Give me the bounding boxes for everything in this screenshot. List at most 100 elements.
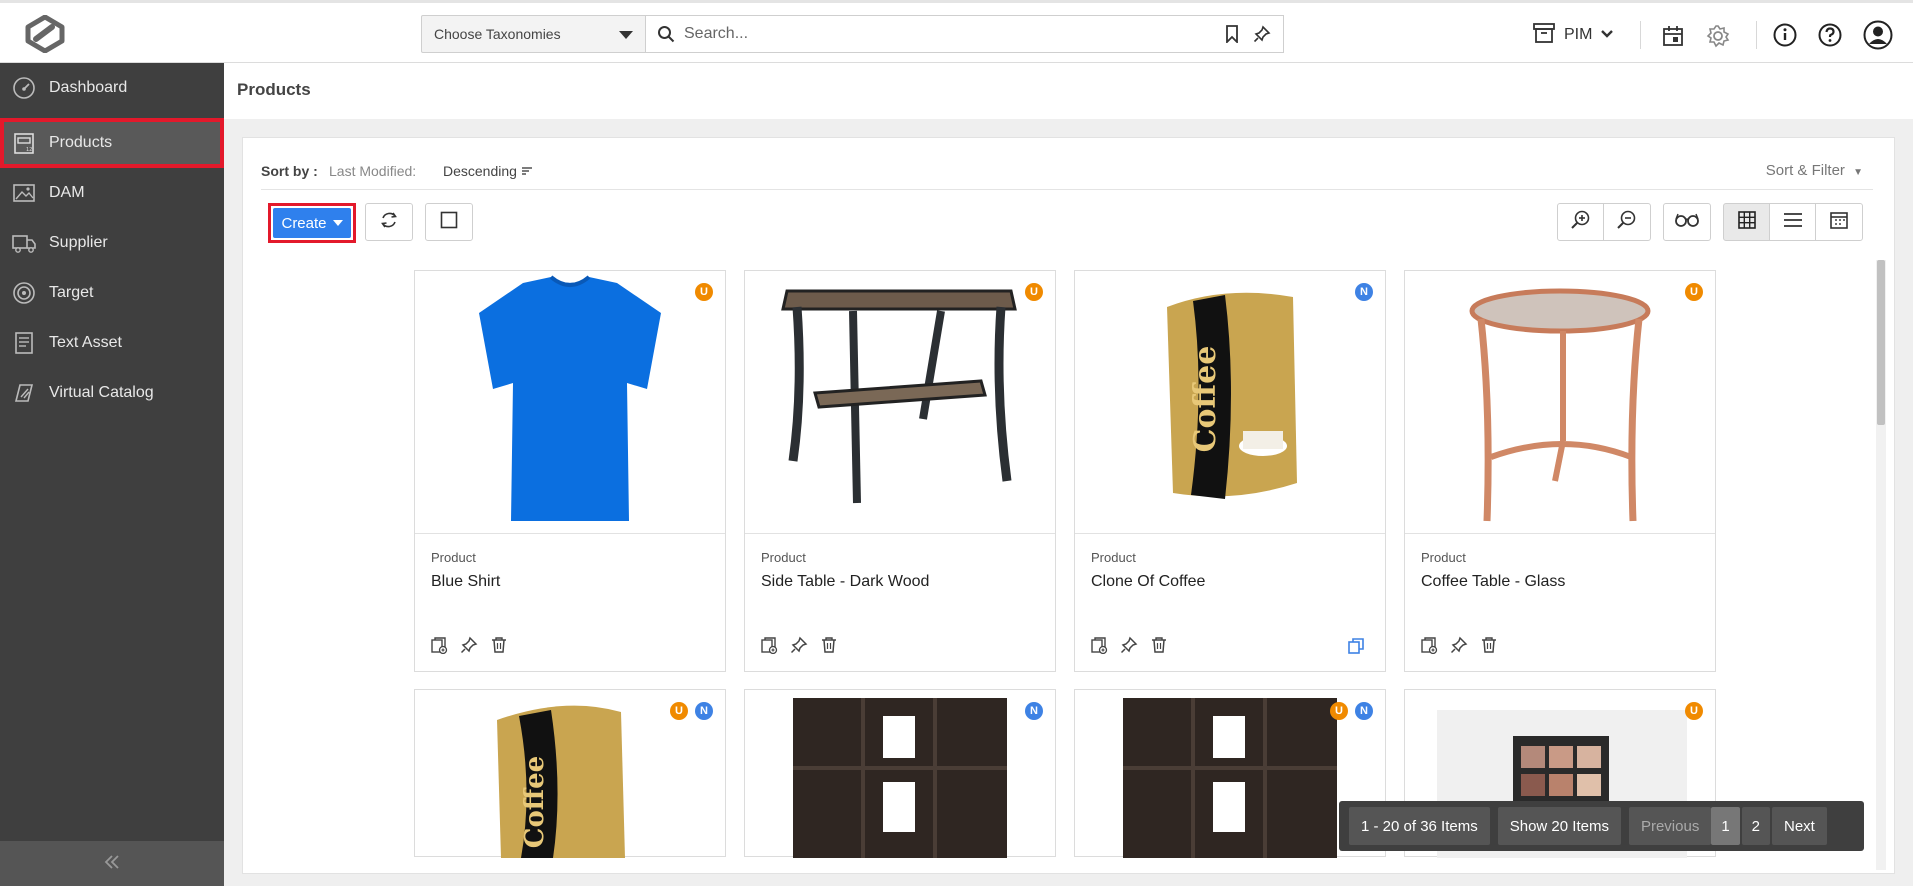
search-box — [646, 15, 1284, 53]
product-type: Product — [1091, 550, 1136, 565]
top-bar: Choose Taxonomies PIM — [0, 0, 1913, 63]
user-avatar-icon[interactable] — [1863, 20, 1893, 50]
sort-filter-toggle[interactable]: Sort & Filter ▼ — [1766, 162, 1863, 179]
product-type: Product — [1421, 550, 1466, 565]
status-badge: N — [1355, 702, 1373, 720]
gear-icon[interactable] — [1705, 23, 1731, 49]
product-card[interactable]: N — [744, 689, 1056, 858]
status-badge: N — [1355, 283, 1373, 301]
sort-by-label: Sort by : — [261, 163, 318, 179]
app-switcher-label: PIM — [1564, 26, 1593, 43]
pin-icon[interactable] — [1252, 24, 1272, 44]
select-all-checkbox[interactable] — [425, 203, 473, 241]
sidebar-item-dam[interactable]: DAM — [0, 168, 224, 218]
status-badge: U — [1685, 702, 1703, 720]
sidebar-item-text-asset[interactable]: Text Asset — [0, 318, 224, 368]
product-name[interactable]: Side Table - Dark Wood — [761, 573, 929, 591]
sort-direction-label: Descending — [443, 163, 517, 179]
pin-icon[interactable] — [1449, 635, 1469, 655]
page-size-select[interactable]: Show 20 Items — [1497, 807, 1621, 845]
status-badge: U — [670, 702, 688, 720]
trash-icon[interactable] — [489, 635, 509, 655]
list-view-button[interactable] — [1769, 203, 1817, 241]
help-icon[interactable] — [1817, 22, 1843, 48]
sidebar-collapse-button[interactable] — [0, 841, 224, 886]
product-card[interactable]: Coffee U N — [414, 689, 726, 858]
pin-icon[interactable] — [459, 635, 479, 655]
status-badge: N — [1025, 702, 1043, 720]
next-page-button[interactable]: Next — [1772, 807, 1827, 845]
taxonomy-select-label: Choose Taxonomies — [434, 26, 561, 42]
bookmark-icon[interactable] — [1222, 24, 1242, 44]
trash-icon[interactable] — [819, 635, 839, 655]
grid-icon — [1737, 210, 1757, 234]
preview-button[interactable] — [1663, 203, 1711, 241]
product-card[interactable]: U Product Blue Shirt — [414, 270, 726, 672]
product-type: Product — [431, 550, 476, 565]
sidebar-item-products[interactable]: 12 Products — [0, 118, 224, 168]
add-copy-icon[interactable] — [429, 635, 449, 655]
product-card[interactable]: U Product Coffee Table - Glass — [1404, 270, 1716, 672]
calendar-box-icon[interactable] — [1660, 23, 1686, 49]
create-button[interactable]: Create — [268, 203, 356, 243]
refresh-button[interactable] — [365, 203, 413, 241]
taxonomy-select[interactable]: Choose Taxonomies — [421, 15, 646, 53]
scrollbar-thumb[interactable] — [1877, 260, 1885, 425]
add-copy-icon[interactable] — [759, 635, 779, 655]
list-icon — [1783, 212, 1803, 232]
sidebar-item-target[interactable]: Target — [0, 268, 224, 318]
zoom-out-button[interactable] — [1603, 203, 1651, 241]
caret-down-icon — [332, 220, 343, 226]
sort-direction[interactable]: Descending — [443, 163, 533, 179]
svg-text:Coffee: Coffee — [1188, 346, 1223, 453]
app-logo[interactable] — [22, 14, 68, 54]
sidebar-item-label: Dashboard — [49, 79, 128, 96]
sidebar-item-virtual-catalog[interactable]: Virtual Catalog — [0, 368, 224, 418]
product-type: Product — [761, 550, 806, 565]
sidebar-item-dashboard[interactable]: Dashboard — [0, 63, 224, 113]
sort-field[interactable]: Last Modified: — [329, 163, 416, 179]
zoom-in-button[interactable] — [1557, 203, 1605, 241]
checkbox-icon — [440, 211, 458, 233]
status-badge: U — [695, 283, 713, 301]
svg-text:Coffee: Coffee — [520, 756, 550, 848]
table-view-button[interactable] — [1815, 203, 1863, 241]
trash-icon[interactable] — [1479, 635, 1499, 655]
product-name[interactable]: Coffee Table - Glass — [1421, 573, 1565, 591]
product-name[interactable]: Clone Of Coffee — [1091, 573, 1205, 591]
archive-icon — [1532, 22, 1556, 49]
create-label: Create — [281, 214, 327, 232]
pin-icon[interactable] — [1119, 635, 1139, 655]
sidebar-item-supplier[interactable]: Supplier — [0, 218, 224, 268]
clone-icon[interactable] — [1347, 637, 1367, 657]
sort-bar: Sort by : Last Modified: Descending Sort… — [261, 156, 1873, 190]
trash-icon[interactable] — [1149, 635, 1169, 655]
sidebar-item-label: Virtual Catalog — [49, 384, 154, 401]
chevron-down-icon — [1600, 26, 1614, 44]
status-badge: U — [1685, 283, 1703, 301]
product-card[interactable]: Coffee N Product Clone Of Coffee — [1074, 270, 1386, 672]
previous-page-button[interactable]: Previous — [1628, 807, 1712, 845]
add-copy-icon[interactable] — [1419, 635, 1439, 655]
add-copy-icon[interactable] — [1089, 635, 1109, 655]
search-input[interactable] — [684, 22, 1184, 46]
product-image — [745, 271, 1055, 534]
page-2-button[interactable]: 2 — [1741, 807, 1770, 845]
product-name[interactable]: Blue Shirt — [431, 573, 500, 591]
page-1-button[interactable]: 1 — [1711, 807, 1740, 845]
scrollbar[interactable] — [1876, 260, 1886, 870]
truck-icon — [11, 230, 37, 256]
grid-view-button[interactable] — [1723, 203, 1771, 241]
card-actions — [429, 635, 509, 655]
svg-text:12: 12 — [26, 147, 32, 153]
sidebar-item-label: Target — [49, 284, 94, 301]
app-switcher[interactable]: PIM — [1532, 21, 1614, 49]
double-chevron-left-icon — [103, 854, 121, 874]
product-image — [745, 690, 1055, 858]
pin-icon[interactable] — [789, 635, 809, 655]
products-icon: 12 — [11, 130, 37, 156]
sidebar-item-label: DAM — [49, 184, 85, 201]
info-icon[interactable] — [1772, 22, 1798, 48]
product-card[interactable]: U Product Side Table - Dark Wood — [744, 270, 1056, 672]
sidebar: Dashboard 12 Products DAM Supplier Targe… — [0, 63, 224, 886]
